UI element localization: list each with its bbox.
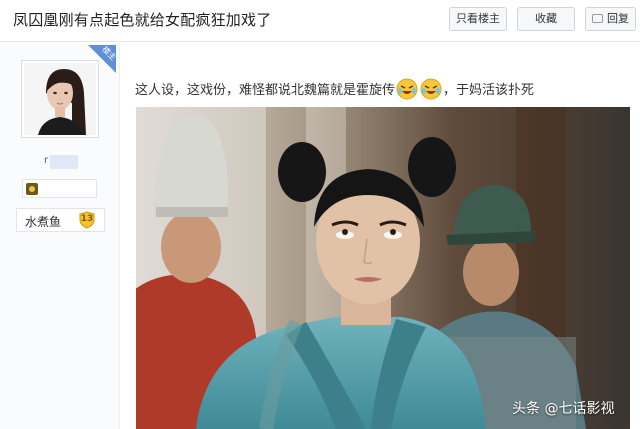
- avatar[interactable]: [21, 60, 99, 138]
- post-body: 这人设，这戏份，难怪都说北魏篇就是霍旋传 ，于妈活该扑死: [135, 78, 534, 100]
- author-name[interactable]: r: [44, 155, 78, 169]
- reply-button-label: 回复: [607, 12, 629, 25]
- author-sidebar: 楼主 r 水煮鱼 13: [0, 43, 120, 429]
- author-name-redaction: [50, 155, 78, 169]
- medal-row: [22, 179, 97, 198]
- level-number: 13: [80, 214, 94, 224]
- author-name-visible: r: [44, 155, 49, 166]
- watermark: 头条 @七话影视: [512, 401, 615, 417]
- thread-title: 凤囚凰刚有点起色就给女配疯狂加戏了: [13, 11, 272, 29]
- post-image[interactable]: [136, 107, 630, 429]
- drama-still-image: [136, 107, 630, 429]
- reply-icon: [592, 14, 603, 23]
- avatar-image: [24, 63, 96, 135]
- forum-name: 水煮鱼: [25, 215, 62, 229]
- post-body-text-end: ，于妈活该扑死: [443, 83, 535, 98]
- crying-laughing-emoji: [420, 78, 442, 100]
- level-shield-icon: 13: [78, 211, 96, 229]
- only-louzhu-button[interactable]: 只看楼主: [449, 7, 507, 31]
- crying-laughing-emoji: [396, 78, 418, 100]
- thread-header: 凤囚凰刚有点起色就给女配疯狂加戏了 只看楼主 收藏 回复: [0, 0, 640, 42]
- forum-level-badge[interactable]: 水煮鱼 13: [16, 208, 105, 232]
- avatar-portrait: [24, 63, 96, 135]
- reply-button[interactable]: 回复: [585, 7, 636, 31]
- favorite-button[interactable]: 收藏: [517, 7, 575, 31]
- post-body-text: 这人设，这戏份，难怪都说北魏篇就是霍旋传: [135, 83, 396, 98]
- medal-icon[interactable]: [26, 183, 38, 195]
